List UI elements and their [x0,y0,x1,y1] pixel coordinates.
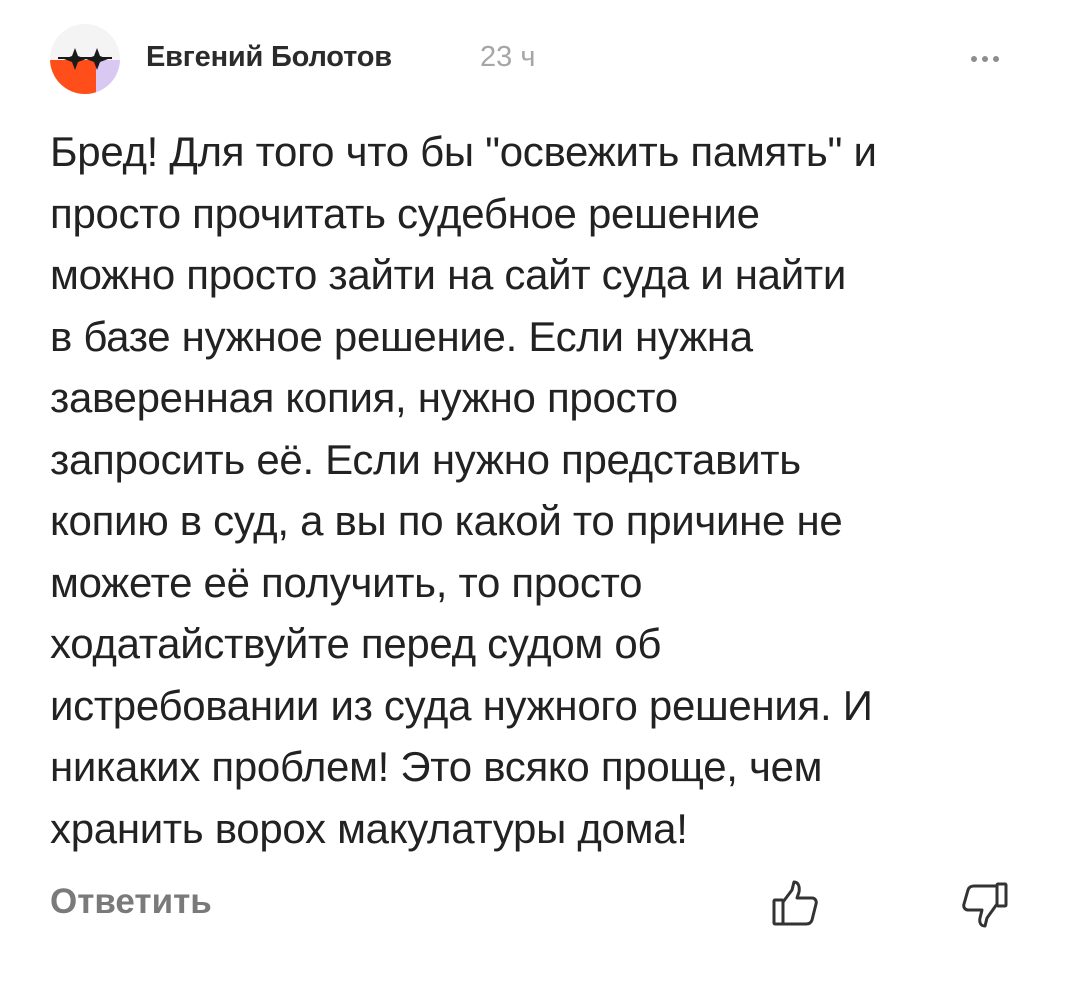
comment-header: Евгений Болотов 23 ч [50,22,1030,98]
avatar-image [50,24,120,94]
dot [971,56,977,62]
comment-text: Бред! Для того что бы "освежить память" … [50,128,877,852]
author-name[interactable]: Евгений Болотов [146,41,392,74]
dot [982,56,988,62]
thumbs-down-icon[interactable] [958,878,1010,930]
comment-time: 23 ч [480,41,536,73]
comment-card: Евгений Болотов 23 ч Бред! Для того что … [0,0,1080,993]
reply-button[interactable]: Ответить [50,882,212,922]
dot [993,56,999,62]
more-dots-icon[interactable] [960,42,1010,76]
avatar[interactable] [50,24,120,94]
thumbs-up-icon[interactable] [770,878,822,930]
